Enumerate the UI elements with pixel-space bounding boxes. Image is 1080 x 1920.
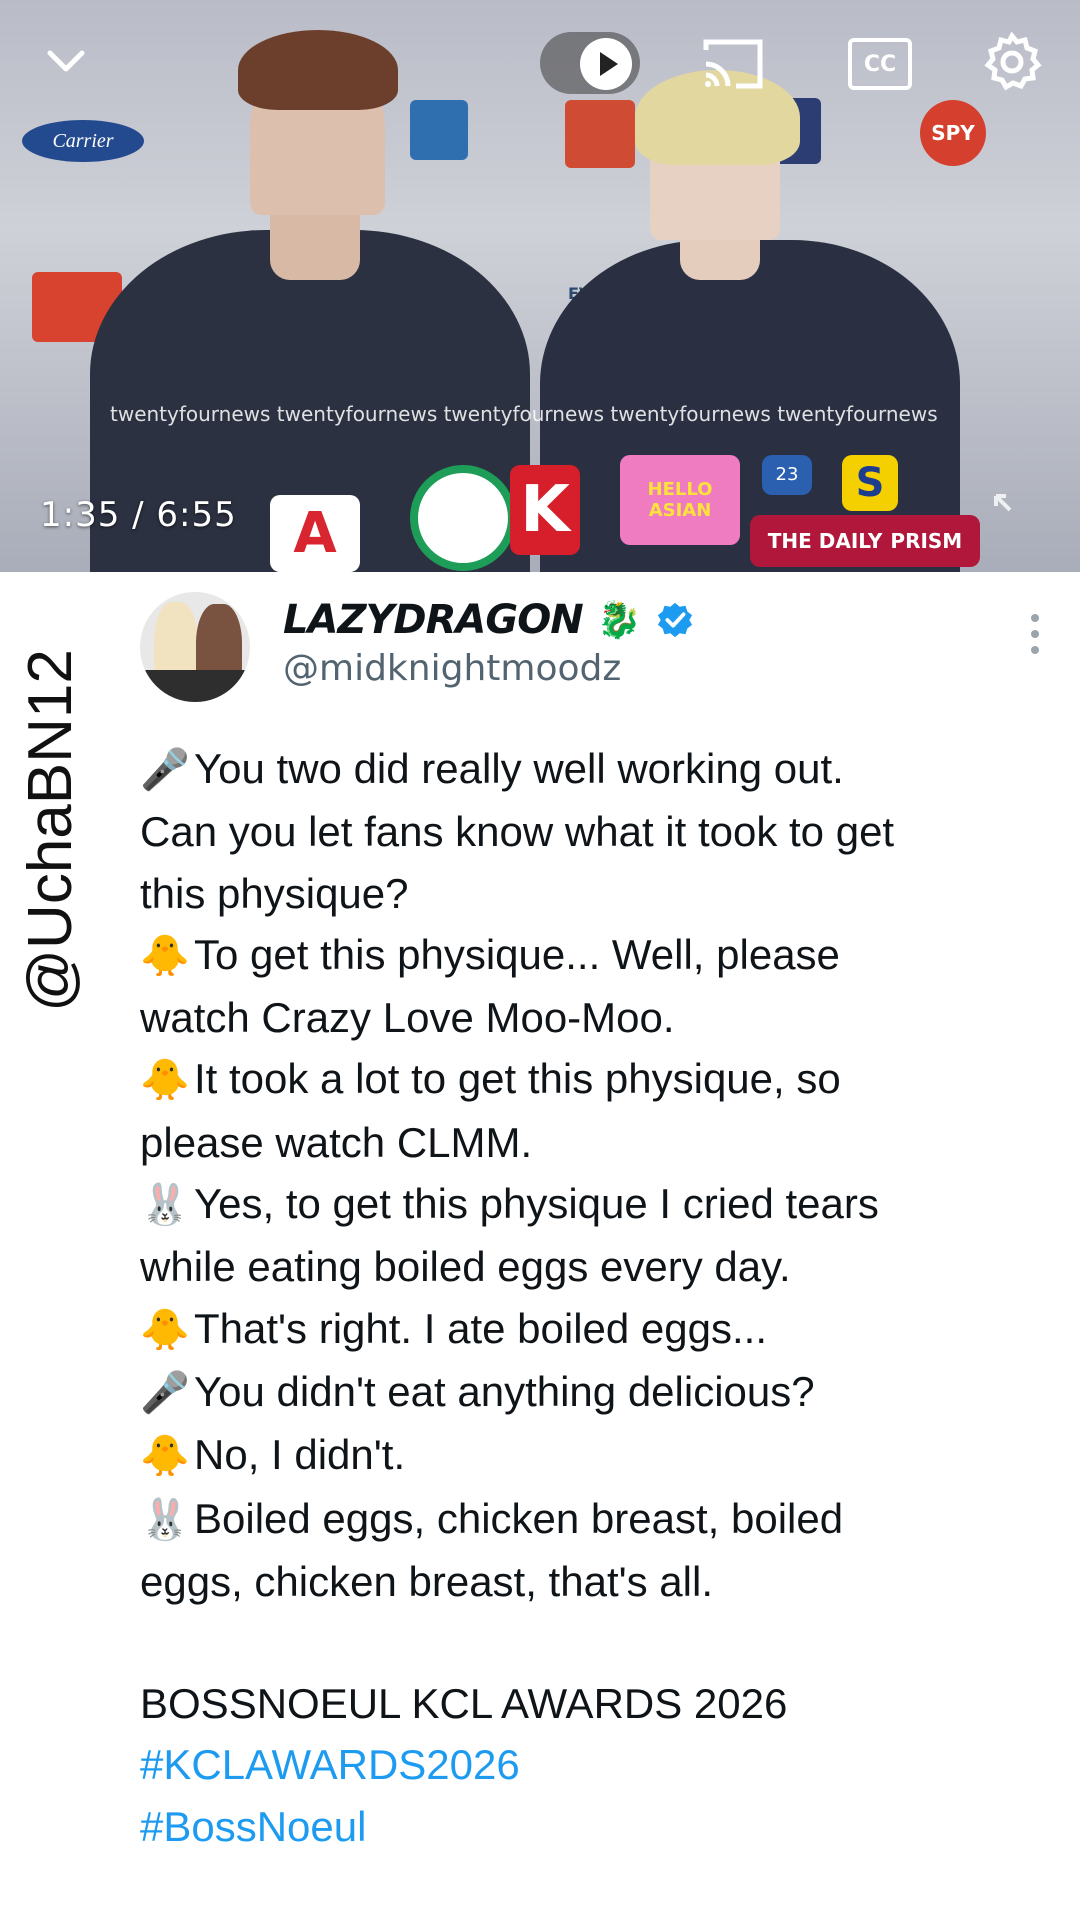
display-name[interactable]: LAZYDRAGON [283,597,584,643]
tweet-line: 🐰Boiled eggs, chicken breast, boiled [140,1488,1040,1551]
handle[interactable]: @midknightmoodz [283,648,621,689]
hello-asian-sticker: HELLO ASIAN [620,455,740,545]
person-left-hair [238,30,398,110]
sponsor-sticker-row: A K HELLO ASIAN 23 S THE DAILY PRISM [270,455,1050,572]
chevron-down-icon[interactable] [40,35,92,87]
channel-23-sticker: 23 [762,455,812,495]
microphone-icon: 🎤 [140,1370,190,1415]
tweet-line: 🐥No, I didn't. [140,1424,1040,1487]
rabbit-icon: 🐰 [140,1183,190,1228]
tweet-line: this physique? [140,869,409,917]
sponsor-logo-blue [410,100,468,160]
hashtag-link[interactable]: #BossNoeul [140,1796,1040,1857]
green-circle-sticker [410,465,516,571]
carrier-logo: Carrier [22,120,144,162]
hashtag-link[interactable]: #KCLAWARDS2026 [140,1734,1040,1795]
spy-logo: SPY [920,100,986,166]
tweet-line: 🎤You two did really well working out. [140,738,1040,801]
rabbit-icon: 🐰 [140,1497,190,1542]
tweet-line: watch Crazy Love Moo-Moo. [140,994,675,1042]
dragon-icon: 🐉 [596,600,642,641]
chick-icon: 🐥 [140,1307,190,1352]
chick-icon: 🐥 [140,933,190,978]
chick-icon: 🐥 [140,1434,190,1479]
avatar[interactable] [140,592,250,702]
tweet-line: 🐰Yes, to get this physique I cried tears [140,1173,1040,1236]
s-sticker: S [842,455,898,511]
more-icon[interactable] [1018,612,1052,656]
expand-icon[interactable] [985,485,1035,535]
k-sticker: K [510,465,580,555]
watermark: @UchaBN12 [15,648,85,1012]
gear-icon[interactable] [980,30,1044,94]
daily-prism-sticker: THE DAILY PRISM [750,515,980,567]
play-icon[interactable] [578,36,634,92]
tweet-line: 🎤You didn't eat anything delicious? [140,1361,1040,1424]
tweet-line: please watch CLMM. [140,1118,533,1166]
sponsor-logo-red [565,100,635,168]
news-ticker: twentyfournews twentyfournews twentyfour… [110,402,938,426]
avatar-shirt [140,670,250,702]
tweet-line: 🐥It took a lot to get this physique, so [140,1048,1040,1111]
a-sticker: A [270,495,360,572]
chick-icon: 🐥 [140,1058,190,1103]
tweet-line: Can you let fans know what it took to ge… [140,808,895,856]
tweet-line: 🐥That's right. I ate boiled eggs... [140,1298,1040,1361]
tweet-line: while eating boiled eggs every day. [140,1243,791,1291]
cc-icon[interactable]: CC [848,36,912,92]
cast-icon[interactable] [700,34,766,94]
tweet-text: 🎤You two did really well working out. Ca… [140,738,1040,1857]
tweet-author-row: LAZYDRAGON 🐉 [283,597,694,643]
tweet-line: eggs, chicken breast, that's all. [140,1557,713,1605]
video-player[interactable]: Carrier SPY EVA twentyfournews twentyfou… [0,0,1080,572]
video-time: 1:35 / 6:55 [40,495,237,535]
verified-icon [657,602,692,638]
tweet-footer: BOSSNOEUL KCL AWARDS 2026 [140,1680,788,1728]
microphone-icon: 🎤 [140,748,190,792]
tweet-line: 🐥To get this physique... Well, please [140,924,1040,987]
